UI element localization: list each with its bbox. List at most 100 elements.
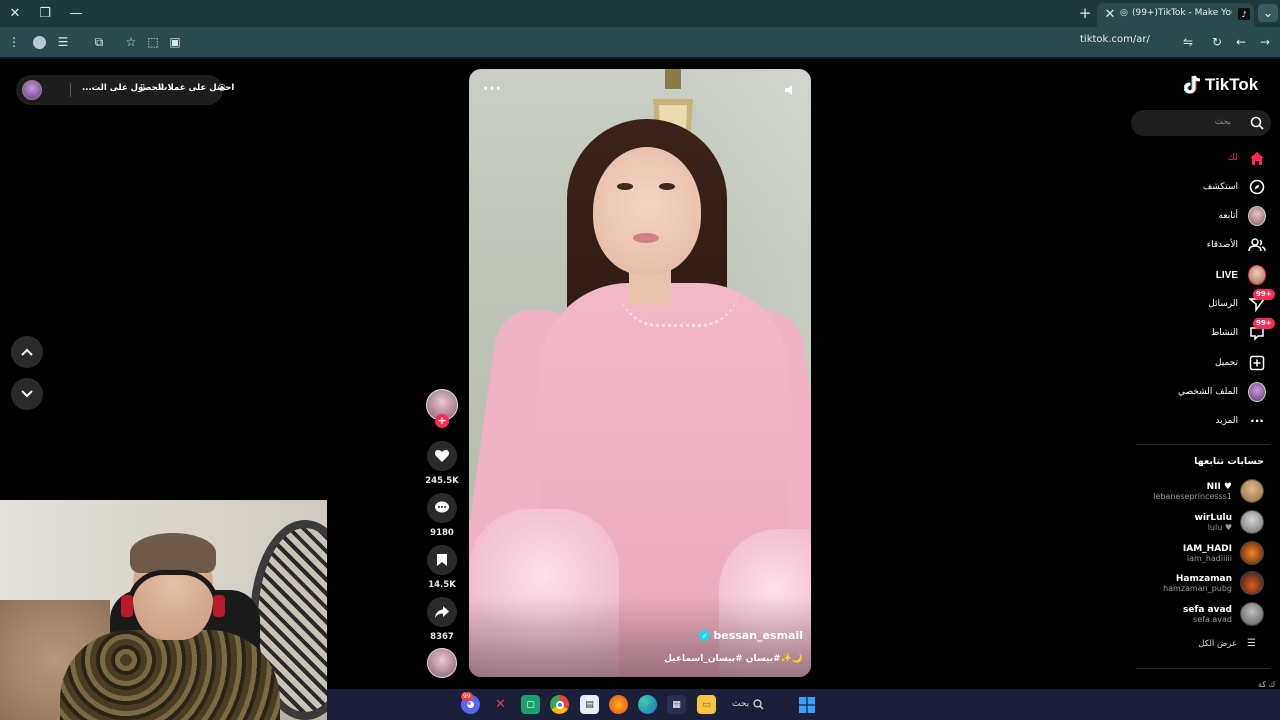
sidebar-item-label: الرسائل (1208, 299, 1238, 309)
sidebar-item-following[interactable]: أتابعه (1219, 205, 1266, 227)
extensions-icon[interactable]: ⧉ (90, 33, 108, 51)
profile-avatar-icon[interactable] (30, 33, 48, 51)
sidebar-item-friends[interactable]: الأصدقاء (1207, 234, 1266, 256)
forward-arrow-icon[interactable]: → (1256, 33, 1274, 51)
browser-menu-icon[interactable]: ⋮ (5, 33, 23, 51)
account-handle: sefa.avad (1193, 614, 1232, 624)
kick-x-icon[interactable]: ✕ (491, 695, 510, 714)
account-avatar (1240, 510, 1264, 534)
reading-mode-icon[interactable]: ☰ (54, 33, 72, 51)
compass-icon (1248, 178, 1266, 196)
tab-close-icon[interactable]: ✕ (1100, 5, 1120, 23)
sidebar-item-explore[interactable]: استكشف (1203, 176, 1266, 198)
app-install-icon[interactable]: ▣ (166, 33, 184, 51)
webcam-overlay (0, 500, 327, 720)
sidebar-item-activity[interactable]: النشاط 99+ (1210, 318, 1275, 344)
volume-icon[interactable] (783, 83, 797, 97)
upload-icon (1248, 354, 1266, 372)
comment-button[interactable] (427, 493, 457, 523)
account-handle: hamzaman_pubg (1163, 583, 1232, 593)
video-more-options-icon[interactable]: ··· (483, 81, 502, 97)
sound-avatar[interactable] (427, 648, 457, 678)
sidebar-item-for-you[interactable]: لك (1228, 147, 1266, 169)
tiktok-logo[interactable]: TikTok (1184, 75, 1258, 95)
following-account-item[interactable]: Hamzaman hamzaman_pubg (1163, 569, 1264, 597)
following-account-item[interactable]: NII ♥ lebaneseprincesss1 (1153, 477, 1264, 505)
site-settings-icon[interactable]: ⇋ (1179, 33, 1197, 51)
sidebar-item-upload[interactable]: تحميل (1215, 352, 1266, 374)
document-icon[interactable]: ▤ (580, 695, 599, 714)
video-username-link[interactable]: ✓ bessan_esmail (699, 629, 803, 642)
screen: ✕ ❐ — + ✕ ◎ (99+)TikTok - Make Your Day … (0, 0, 1280, 720)
live-icon (1248, 265, 1266, 285)
previous-video-button[interactable] (11, 336, 43, 368)
bookmark-star-icon[interactable]: ☆ (122, 33, 140, 51)
window-restore-icon[interactable]: ❐ (35, 4, 55, 22)
sidebar-item-more[interactable]: المزيد ··· (1215, 410, 1266, 432)
video-caption[interactable]: 🌙✨#بيسان #بيسان_اسماعيل (664, 654, 803, 664)
activity-icon: 99+ (1248, 318, 1275, 342)
bookmark-icon (437, 554, 447, 566)
sidebar-item-profile[interactable]: الملف الشخصي (1178, 381, 1266, 403)
sidebar-item-live[interactable]: LIVE (1216, 264, 1266, 286)
share-button[interactable] (427, 597, 457, 627)
following-account-item[interactable]: IAM_HADI iam_hadiiiii (1183, 539, 1264, 567)
coin-icon: ◎ (218, 83, 226, 93)
like-button[interactable] (427, 441, 457, 471)
eye-left (617, 183, 633, 190)
browser-toolbar: ⋮ ☰ ⧉ ☆ ⬚ ▣ tiktok.com/ar/ ⇋ ↻ ← → (0, 27, 1280, 57)
address-bar-url[interactable]: tiktok.com/ar/ (1080, 34, 1150, 45)
list-icon: ☰ (1247, 638, 1256, 649)
sidebar-item-label: المزيد (1215, 416, 1238, 426)
webcam-person-body (60, 630, 280, 720)
video-player[interactable]: ··· ✓ bessan_esmail 🌙✨#بيسان #بيسان_اسما… (469, 69, 811, 677)
next-video-button[interactable] (11, 378, 43, 410)
windows-start-icon[interactable] (797, 695, 816, 714)
back-arrow-icon[interactable]: ← (1232, 33, 1250, 51)
window-minimize-icon[interactable]: — (66, 4, 86, 22)
tiktok-note-icon (1184, 75, 1201, 94)
sidebar-item-messages[interactable]: الرسائل 99+ (1208, 289, 1275, 315)
file-explorer-icon[interactable]: ▭ (697, 695, 716, 714)
more-icon: ··· (1250, 414, 1264, 428)
account-name: Hamzaman (1175, 573, 1232, 584)
subject-face (593, 147, 701, 275)
comment-count: 9180 (430, 528, 454, 538)
friends-icon (1248, 236, 1266, 254)
firefox-icon[interactable] (609, 695, 628, 714)
app-green-icon[interactable]: ▢ (521, 695, 540, 714)
see-all-button[interactable]: عرض الكل ☰ (1198, 638, 1256, 649)
sidebar-item-label: الأصدقاء (1206, 240, 1238, 250)
promo-avatar[interactable] (22, 80, 42, 100)
following-account-item[interactable]: wirLulu lulu ♥ (1195, 508, 1264, 536)
search-placeholder: بحث (1214, 117, 1231, 127)
edge-icon[interactable] (638, 695, 657, 714)
reload-icon[interactable]: ↻ (1208, 33, 1226, 51)
toolbar-divider (0, 57, 1280, 59)
window-close-icon[interactable]: ✕ (5, 4, 25, 22)
comment-icon (435, 501, 449, 513)
promo-bar: الحصول على الت... ▯ احصل على عملات ◎ (16, 75, 234, 105)
browser-tab-tiktok[interactable]: ✕ ◎ (99+)TikTok - Make Your Day ♪ (1097, 3, 1254, 27)
browser-tabstrip: ✕ ❐ — + ✕ ◎ (99+)TikTok - Make Your Day … (0, 0, 1280, 27)
account-avatar (1240, 479, 1264, 503)
new-tab-icon[interactable]: + (1075, 4, 1095, 22)
home-icon (1248, 149, 1266, 167)
search-icon[interactable] (1250, 116, 1264, 130)
account-name: wirLulu (1194, 512, 1232, 523)
store-icon[interactable]: ▦ (667, 695, 686, 714)
chrome-icon[interactable] (550, 695, 569, 714)
sidebar-item-label: النشاط (1210, 328, 1238, 338)
tab-list-chevron-icon[interactable]: ⌄ (1258, 4, 1278, 22)
screenshot-icon[interactable]: ⬚ (144, 33, 162, 51)
following-account-item[interactable]: sefa avad sefa.avad (1183, 600, 1264, 628)
follow-plus-button[interactable]: + (435, 414, 449, 428)
save-button[interactable] (427, 545, 457, 575)
windows-taskbar: ◕ 99 ✕ ▢ ▤ ▦ ▭ بحث (327, 689, 1280, 720)
taskbar-search[interactable]: بحث (732, 694, 776, 714)
headset-earcup-right (213, 595, 225, 617)
tab-audio-icon[interactable]: ◎ (1120, 8, 1128, 18)
messages-icon: 99+ (1248, 289, 1275, 313)
search-input[interactable]: بحث (1131, 110, 1271, 136)
get-app-link[interactable]: الحصول على الت... (82, 83, 164, 93)
